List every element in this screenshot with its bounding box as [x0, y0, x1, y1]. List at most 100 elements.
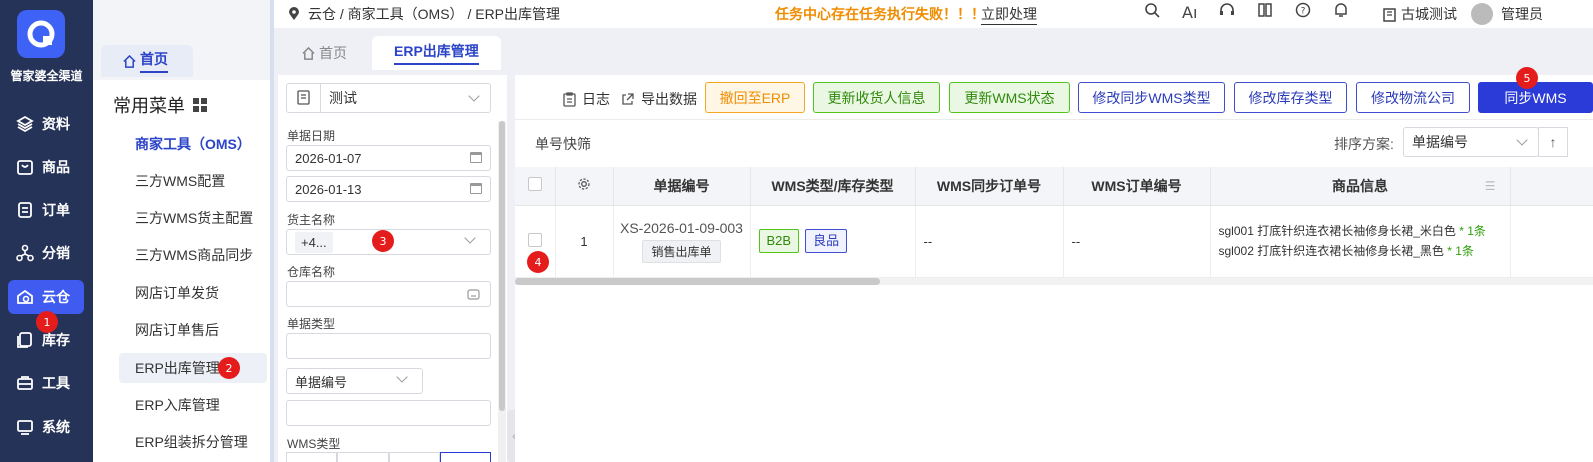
help-icon[interactable]: ?: [1295, 2, 1311, 23]
bag-icon: [16, 158, 34, 176]
doctype-label: 单据类型: [287, 317, 336, 331]
headset-icon[interactable]: [1219, 2, 1235, 23]
home-icon: [123, 54, 136, 68]
svg-text:?: ?: [1301, 7, 1306, 17]
date-to-input[interactable]: 2026-01-13: [286, 176, 491, 202]
submenu-item-shop-order-aftersale[interactable]: 网店订单售后: [119, 315, 269, 345]
submenu-item-wms-goods-sync[interactable]: 三方WMS商品同步: [119, 240, 269, 270]
avatar[interactable]: [1471, 3, 1493, 25]
stock-type-tag: 良品: [805, 229, 848, 253]
submenu-item-wms-owner-config[interactable]: 三方WMS货主配置: [119, 203, 269, 233]
revoke-to-erp-button[interactable]: 撤回至ERP: [705, 82, 805, 113]
app-logo[interactable]: [17, 10, 65, 58]
outbound-table: 单据编号 WMS类型/库存类型 WMS同步订单号 WMS订单编号 商品信息 ☰ …: [515, 167, 1593, 278]
submenu-item-erp-inbound[interactable]: ERP入库管理: [119, 390, 269, 420]
nav-label: 分销: [42, 245, 70, 261]
warehouse-picker-icon: [467, 289, 480, 300]
wms-type-label: WMS类型: [287, 437, 341, 451]
home-icon: [302, 46, 315, 60]
table-horizontal-scrollbar[interactable]: [515, 278, 1593, 285]
filter-panel: 测试 单据日期 2026-01-07 2026-01-13 货主名称 +4...…: [278, 75, 507, 462]
doc-no[interactable]: XS-2026-01-09-003: [614, 220, 750, 236]
submenu-item-erp-assembly[interactable]: ERP组装拆分管理: [119, 427, 269, 457]
inventory-icon: [16, 331, 34, 349]
filter-scrollbar[interactable]: [498, 121, 506, 462]
step-badge-2: 2: [218, 357, 240, 379]
log-link[interactable]: 日志: [563, 89, 610, 109]
nav-item-cloud-warehouse[interactable]: 云仓: [8, 280, 84, 314]
sort-label: 排序方案:: [1334, 136, 1394, 152]
docno-field-select[interactable]: 单据编号: [286, 368, 423, 394]
nav-label: 库存: [42, 332, 70, 348]
modify-stock-type-button[interactable]: 修改库存类型: [1234, 82, 1347, 113]
log-icon: [563, 91, 576, 107]
wms-type-segment[interactable]: [286, 452, 491, 462]
layers-icon: [16, 115, 34, 133]
submenu-group-oms[interactable]: 商家工具（OMS）: [119, 129, 269, 159]
quick-filter-label[interactable]: 单号快筛: [535, 134, 591, 154]
column-header-goods[interactable]: 商品信息 ☰: [1210, 167, 1511, 206]
calendar-icon: [470, 152, 482, 163]
location-icon: [289, 7, 299, 20]
submenu-home-tab[interactable]: 首页: [101, 45, 193, 77]
warehouse-input[interactable]: [286, 281, 491, 307]
owner-label: 货主名称: [287, 213, 336, 227]
monitor-icon: [16, 418, 34, 436]
nav-label: 订单: [42, 202, 70, 218]
sort-select[interactable]: 单据编号: [1403, 127, 1539, 157]
step-badge-3: 3: [372, 230, 394, 252]
sync-wms-button[interactable]: 同步WMS: [1478, 82, 1593, 113]
handle-now-link[interactable]: 立即处理: [981, 4, 1037, 25]
sort-direction-button[interactable]: ↑: [1538, 127, 1568, 157]
row-checkbox[interactable]: [527, 232, 542, 247]
select-all-checkbox[interactable]: [527, 177, 542, 192]
favorites-title: 常用菜单: [113, 92, 207, 118]
owner-chip: +4...: [295, 231, 333, 253]
column-header-doc-no[interactable]: 单据编号: [613, 167, 751, 206]
submenu-panel: 首页 常用菜单 商家工具（OMS） 三方WMS配置 三方WMS货主配置 三方WM…: [93, 0, 273, 462]
update-receiver-button[interactable]: 更新收货人信息: [813, 82, 940, 113]
date-label: 单据日期: [287, 129, 336, 143]
toolbox-icon: [16, 374, 34, 392]
search-icon[interactable]: [1144, 2, 1160, 23]
step-badge-4: 4: [527, 251, 549, 273]
date-from-input[interactable]: 2026-01-07: [286, 145, 491, 171]
column-header-wms-sync-no[interactable]: WMS同步订单号: [915, 167, 1064, 206]
page-tabs: 首页 ERP出库管理: [274, 28, 1593, 70]
goods-line: sgl001 打底针织连衣裙长袖修身长裙_米白色 * 1条: [1218, 224, 1486, 238]
export-link[interactable]: 导出数据: [621, 89, 697, 109]
submenu-item-erp-outbound[interactable]: ERP出库管理: [119, 353, 267, 383]
table-row[interactable]: 1 XS-2026-01-09-003 销售出库单 B2B 良品 -- -- sg…: [515, 205, 1593, 278]
submenu-item-wms-config[interactable]: 三方WMS配置: [119, 166, 269, 196]
docno-input[interactable]: [286, 400, 491, 426]
nav-label: 资料: [42, 116, 70, 132]
update-wms-status-button[interactable]: 更新WMS状态: [949, 82, 1070, 113]
submenu-item-shop-order-ship[interactable]: 网店订单发货: [119, 278, 269, 308]
column-header-wms-type[interactable]: WMS类型/库存类型: [750, 167, 916, 206]
tab-home[interactable]: 首页: [280, 36, 369, 70]
book-icon[interactable]: [1257, 2, 1273, 23]
wms-order-no: --: [1063, 205, 1211, 278]
bell-icon[interactable]: [1333, 2, 1349, 23]
step-badge-5: 5: [1516, 67, 1538, 89]
grid-icon[interactable]: [193, 98, 207, 112]
modify-sync-wms-type-button[interactable]: 修改同步WMS类型: [1078, 82, 1225, 113]
wms-sync-no: --: [915, 205, 1064, 278]
modify-logistics-button[interactable]: 修改物流公司: [1356, 82, 1470, 113]
user-area[interactable]: 古城测试 管理员: [1382, 3, 1543, 25]
tab-erp-outbound[interactable]: ERP出库管理: [372, 36, 501, 70]
nav-label: 系统: [42, 419, 70, 435]
ai-icon[interactable]: Aı: [1182, 3, 1197, 22]
chevron-down-icon: [396, 371, 408, 383]
gear-icon[interactable]: [577, 177, 591, 191]
logo-text: 管家婆全渠道: [10, 69, 83, 83]
doctype-input[interactable]: [286, 333, 491, 359]
warehouse-label: 仓库名称: [287, 265, 336, 279]
menu-icon[interactable]: ☰: [1485, 179, 1496, 193]
row-index: 1: [555, 205, 614, 278]
main-nav: 管家婆全渠道 资料 商品 订单 分销 云仓 1 库存 工具 系统: [0, 0, 93, 462]
query-scheme-select[interactable]: 测试: [286, 83, 491, 113]
column-header-wms-order-no[interactable]: WMS订单编号: [1063, 167, 1211, 206]
export-icon: [622, 93, 634, 105]
nav-label: 云仓: [42, 289, 70, 305]
